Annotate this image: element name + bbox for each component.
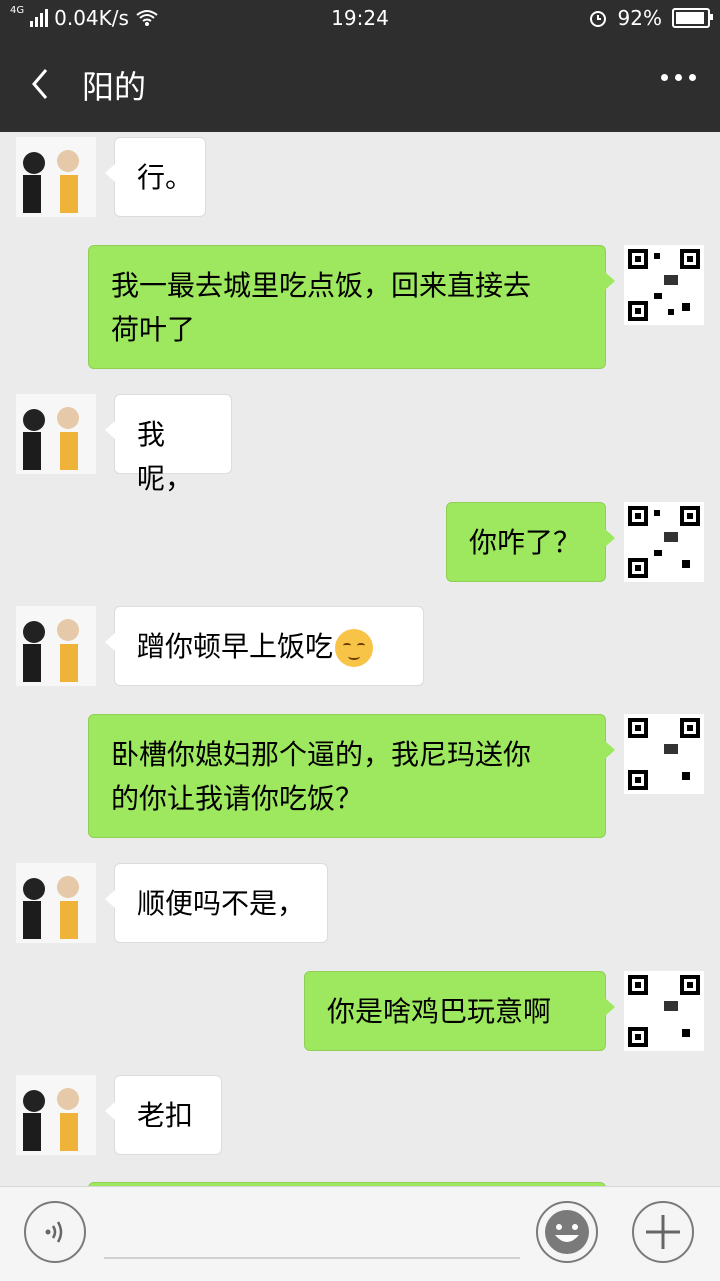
chat-title: 阳的	[82, 68, 147, 106]
my-avatar[interactable]	[624, 971, 704, 1051]
message-line: 我一最去城里吃点饭，回来直接去	[111, 269, 532, 302]
chat-header: 阳的	[0, 38, 720, 132]
message-bubble[interactable]: 行。	[105, 137, 206, 217]
alarm-icon	[589, 11, 606, 27]
contact-avatar[interactable]	[16, 137, 96, 217]
contact-avatar[interactable]	[16, 606, 96, 686]
chevron-left-icon[interactable]	[22, 64, 62, 104]
contact-avatar[interactable]	[16, 863, 96, 943]
message-bubble[interactable]: 我呢，	[105, 394, 232, 495]
battery-icon	[672, 8, 713, 28]
battery-percent: 92%	[617, 6, 662, 30]
message-bubble[interactable]: 顺便吗不是，	[105, 863, 328, 943]
clock: 19:24	[331, 6, 389, 30]
message-line: 荷叶了	[111, 313, 196, 346]
message-bubble[interactable]: 蹭你顿早上饭吃	[105, 606, 424, 686]
message-bubble[interactable]: 卧槽你媳妇那个逼的，我尼玛送你 的你让我请你吃饭？	[88, 714, 615, 838]
message-bubble[interactable]: 我一最去城里吃点饭，回来直接去 荷叶了	[88, 245, 615, 369]
voice-icon[interactable]	[24, 1201, 86, 1263]
plus-icon[interactable]	[632, 1201, 694, 1263]
message-bubble[interactable]: 你是啥鸡巴玩意啊	[304, 971, 615, 1051]
my-avatar[interactable]	[624, 245, 704, 325]
message-bubble[interactable]: 老扣	[105, 1075, 222, 1155]
more-icon[interactable]	[661, 74, 696, 81]
relieved-face-emoji-icon	[335, 629, 374, 667]
input-bar	[0, 1186, 720, 1281]
status-bar: 4G 0.04K/s 19:24 92%	[0, 0, 720, 38]
smile-icon[interactable]	[536, 1201, 598, 1263]
my-avatar[interactable]	[624, 502, 704, 582]
message-line: 的你让我请你吃饭？	[111, 782, 364, 815]
contact-avatar[interactable]	[16, 394, 96, 474]
message-text: 蹭你顿早上饭吃	[137, 630, 334, 663]
my-avatar[interactable]	[624, 714, 704, 794]
message-input[interactable]	[104, 1257, 520, 1259]
message-line: 卧槽你媳妇那个逼的，我尼玛送你	[111, 738, 532, 771]
message-bubble[interactable]: 你咋了？	[446, 502, 615, 582]
chat-area[interactable]: 行。 我一最去城里吃点饭，回来直接去 荷叶了 我呢， 你咋了？ 蹭你顿早上饭吃	[0, 132, 720, 1186]
contact-avatar[interactable]	[16, 1075, 96, 1155]
